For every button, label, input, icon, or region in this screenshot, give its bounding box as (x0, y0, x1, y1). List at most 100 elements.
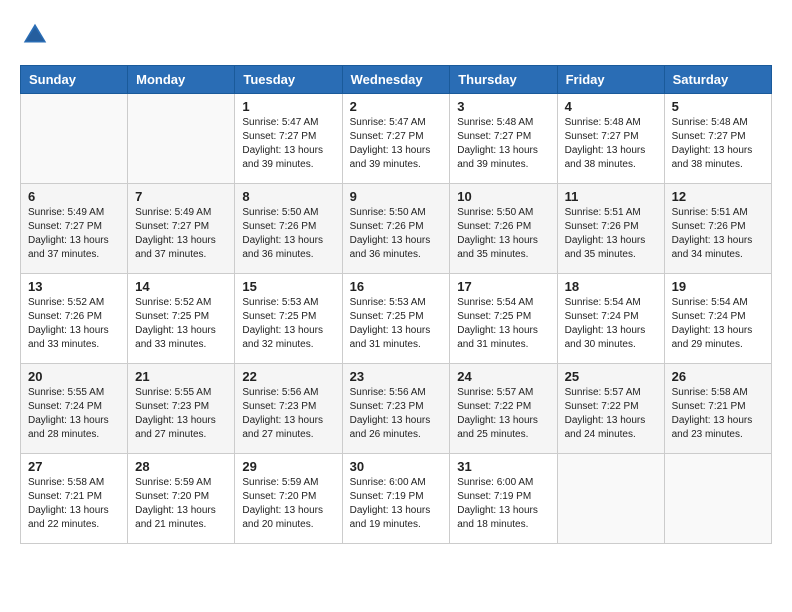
day-info: Sunrise: 5:47 AM Sunset: 7:27 PM Dayligh… (350, 116, 443, 172)
calendar-cell (557, 454, 664, 544)
day-info: Sunrise: 5:48 AM Sunset: 7:27 PM Dayligh… (672, 116, 764, 172)
day-info: Sunrise: 5:50 AM Sunset: 7:26 PM Dayligh… (350, 206, 443, 262)
day-number: 19 (672, 279, 764, 294)
calendar-cell: 3 Sunrise: 5:48 AM Sunset: 7:27 PM Daylig… (450, 94, 557, 184)
calendar-cell: 1Sunrise: 5:47 AM Sunset: 7:27 PM Daylig… (235, 94, 342, 184)
day-number: 12 (672, 189, 764, 204)
day-number: 25 (565, 369, 657, 384)
day-number: 6 (28, 189, 120, 204)
day-number: 24 (457, 369, 549, 384)
day-number: 30 (350, 459, 443, 474)
day-number: 23 (350, 369, 443, 384)
day-number: 15 (242, 279, 334, 294)
day-info: Sunrise: 5:56 AM Sunset: 7:23 PM Dayligh… (242, 386, 334, 442)
weekday-header: Sunday (21, 66, 128, 94)
day-info: Sunrise: 5:56 AM Sunset: 7:23 PM Dayligh… (350, 386, 443, 442)
day-info: Sunrise: 5:53 AM Sunset: 7:25 PM Dayligh… (242, 296, 334, 352)
day-info: Sunrise: 5:58 AM Sunset: 7:21 PM Dayligh… (672, 386, 764, 442)
calendar-cell (128, 94, 235, 184)
calendar-cell: 20 Sunrise: 5:55 AM Sunset: 7:24 PM Dayli… (21, 364, 128, 454)
day-number: 1 (242, 99, 334, 114)
day-number: 20 (28, 369, 120, 384)
weekday-header: Tuesday (235, 66, 342, 94)
day-number: 7 (135, 189, 227, 204)
day-info: Sunrise: 5:57 AM Sunset: 7:22 PM Dayligh… (457, 386, 549, 442)
day-info: Sunrise: 5:51 AM Sunset: 7:26 PM Dayligh… (565, 206, 657, 262)
calendar-cell: 30 Sunrise: 6:00 AM Sunset: 7:19 PM Dayli… (342, 454, 450, 544)
day-info: Sunrise: 5:54 AM Sunset: 7:24 PM Dayligh… (565, 296, 657, 352)
day-number: 14 (135, 279, 227, 294)
weekday-header: Thursday (450, 66, 557, 94)
calendar-cell: 2 Sunrise: 5:47 AM Sunset: 7:27 PM Daylig… (342, 94, 450, 184)
day-number: 4 (565, 99, 657, 114)
day-number: 26 (672, 369, 764, 384)
day-info: Sunrise: 5:50 AM Sunset: 7:26 PM Dayligh… (457, 206, 549, 262)
day-info: Sunrise: 6:00 AM Sunset: 7:19 PM Dayligh… (350, 476, 443, 532)
calendar-cell: 23 Sunrise: 5:56 AM Sunset: 7:23 PM Dayli… (342, 364, 450, 454)
day-number: 21 (135, 369, 227, 384)
day-info: Sunrise: 5:51 AM Sunset: 7:26 PM Dayligh… (672, 206, 764, 262)
calendar-header-row: SundayMondayTuesdayWednesdayThursdayFrid… (21, 66, 772, 94)
calendar-cell: 19 Sunrise: 5:54 AM Sunset: 7:24 PM Dayli… (664, 274, 771, 364)
day-info: Sunrise: 5:48 AM Sunset: 7:27 PM Dayligh… (565, 116, 657, 172)
logo (20, 20, 55, 50)
calendar-cell: 10 Sunrise: 5:50 AM Sunset: 7:26 PM Dayli… (450, 184, 557, 274)
calendar-cell: 27 Sunrise: 5:58 AM Sunset: 7:21 PM Dayli… (21, 454, 128, 544)
day-info: Sunrise: 5:52 AM Sunset: 7:25 PM Dayligh… (135, 296, 227, 352)
calendar-cell: 15 Sunrise: 5:53 AM Sunset: 7:25 PM Dayli… (235, 274, 342, 364)
calendar-week-row: 27 Sunrise: 5:58 AM Sunset: 7:21 PM Dayli… (21, 454, 772, 544)
weekday-header: Friday (557, 66, 664, 94)
day-number: 5 (672, 99, 764, 114)
calendar-cell: 13Sunrise: 5:52 AM Sunset: 7:26 PM Dayli… (21, 274, 128, 364)
day-info: Sunrise: 5:50 AM Sunset: 7:26 PM Dayligh… (242, 206, 334, 262)
day-number: 27 (28, 459, 120, 474)
day-info: Sunrise: 5:59 AM Sunset: 7:20 PM Dayligh… (135, 476, 227, 532)
calendar-week-row: 1 Sunrise: 5:47 AM Sunset: 7:27 PM Daylig… (21, 94, 772, 184)
page-header (20, 20, 772, 50)
day-info: Sunrise: 5:48 AM Sunset: 7:27 PM Dayligh… (457, 116, 549, 172)
day-info: Sunrise: 5:54 AM Sunset: 7:25 PM Dayligh… (457, 296, 549, 352)
calendar-cell: 12 Sunrise: 5:51 AM Sunset: 7:26 PM Dayli… (664, 184, 771, 274)
calendar-week-row: 20 Sunrise: 5:55 AM Sunset: 7:24 PM Dayli… (21, 364, 772, 454)
calendar-cell: 24 Sunrise: 5:57 AM Sunset: 7:22 PM Dayli… (450, 364, 557, 454)
day-info: Sunrise: 6:00 AM Sunset: 7:19 PM Dayligh… (457, 476, 549, 532)
day-info: Sunrise: 5:49 AM Sunset: 7:27 PM Dayligh… (28, 206, 120, 262)
day-number: 16 (350, 279, 443, 294)
day-info: Sunrise: 5:49 AM Sunset: 7:27 PM Dayligh… (135, 206, 227, 262)
day-number: 9 (350, 189, 443, 204)
calendar-cell: 29Sunrise: 5:59 AM Sunset: 7:20 PM Dayli… (235, 454, 342, 544)
day-info: Sunrise: 5:55 AM Sunset: 7:24 PM Dayligh… (28, 386, 120, 442)
calendar-cell: 5 Sunrise: 5:48 AM Sunset: 7:27 PM Daylig… (664, 94, 771, 184)
day-number: 28 (135, 459, 227, 474)
day-info: Sunrise: 5:54 AM Sunset: 7:24 PM Dayligh… (672, 296, 764, 352)
weekday-header: Monday (128, 66, 235, 94)
day-number: 10 (457, 189, 549, 204)
day-number: 3 (457, 99, 549, 114)
day-number: 22 (242, 369, 334, 384)
calendar-table: SundayMondayTuesdayWednesdayThursdayFrid… (20, 65, 772, 544)
calendar-cell: 4 Sunrise: 5:48 AM Sunset: 7:27 PM Daylig… (557, 94, 664, 184)
calendar-cell: 31Sunrise: 6:00 AM Sunset: 7:19 PM Dayli… (450, 454, 557, 544)
day-number: 2 (350, 99, 443, 114)
day-info: Sunrise: 5:57 AM Sunset: 7:22 PM Dayligh… (565, 386, 657, 442)
calendar-cell: 7 Sunrise: 5:49 AM Sunset: 7:27 PM Daylig… (128, 184, 235, 274)
weekday-header: Wednesday (342, 66, 450, 94)
day-number: 29 (242, 459, 334, 474)
calendar-cell: 11 Sunrise: 5:51 AM Sunset: 7:26 PM Dayli… (557, 184, 664, 274)
calendar-cell (21, 94, 128, 184)
day-info: Sunrise: 5:58 AM Sunset: 7:21 PM Dayligh… (28, 476, 120, 532)
calendar-cell: 9 Sunrise: 5:50 AM Sunset: 7:26 PM Daylig… (342, 184, 450, 274)
day-info: Sunrise: 5:53 AM Sunset: 7:25 PM Dayligh… (350, 296, 443, 352)
calendar-cell: 28 Sunrise: 5:59 AM Sunset: 7:20 PM Dayli… (128, 454, 235, 544)
calendar-week-row: 13Sunrise: 5:52 AM Sunset: 7:26 PM Dayli… (21, 274, 772, 364)
day-number: 17 (457, 279, 549, 294)
calendar-cell: 25 Sunrise: 5:57 AM Sunset: 7:22 PM Dayli… (557, 364, 664, 454)
calendar-cell: 16 Sunrise: 5:53 AM Sunset: 7:25 PM Dayli… (342, 274, 450, 364)
calendar-cell: 18Sunrise: 5:54 AM Sunset: 7:24 PM Dayli… (557, 274, 664, 364)
calendar-cell: 26 Sunrise: 5:58 AM Sunset: 7:21 PM Dayli… (664, 364, 771, 454)
day-number: 13 (28, 279, 120, 294)
day-number: 11 (565, 189, 657, 204)
calendar-cell: 8Sunrise: 5:50 AM Sunset: 7:26 PM Daylig… (235, 184, 342, 274)
logo-icon (20, 20, 50, 50)
calendar-cell: 22 Sunrise: 5:56 AM Sunset: 7:23 PM Dayli… (235, 364, 342, 454)
